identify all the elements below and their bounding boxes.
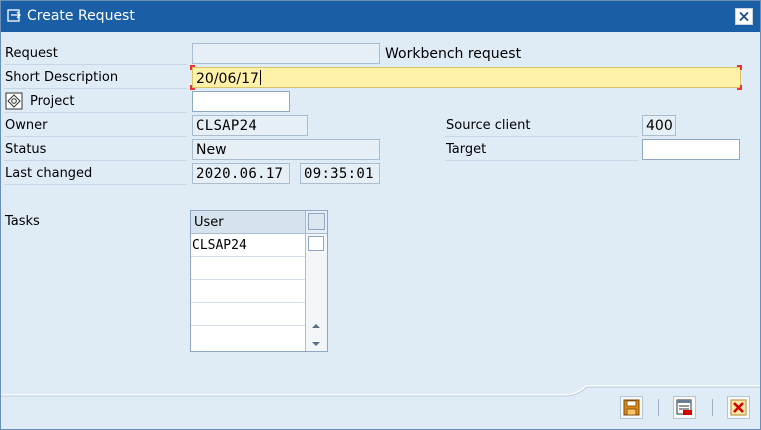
- table-row[interactable]: [191, 257, 305, 280]
- target-label: Target: [446, 142, 487, 157]
- text-cursor: [259, 70, 261, 85]
- target-input[interactable]: [642, 139, 740, 160]
- close-button[interactable]: [735, 8, 753, 25]
- row-divider: [445, 160, 638, 161]
- table-row[interactable]: [191, 326, 305, 349]
- row-divider: [4, 160, 187, 161]
- select-all-cell[interactable]: [305, 211, 327, 234]
- scroll-down-icon[interactable]: [311, 340, 321, 348]
- required-marker: [737, 85, 742, 90]
- footer-divider: [1, 385, 760, 397]
- source-client-label: Source client: [446, 118, 531, 133]
- scroll-up-icon[interactable]: [311, 322, 321, 330]
- title-bar: Create Request: [1, 1, 760, 32]
- save-icon: [623, 399, 640, 416]
- row-divider: [4, 136, 187, 137]
- cancel-button[interactable]: [727, 396, 750, 419]
- short-description-value: 20/06/17: [196, 71, 259, 87]
- owner-label: Owner: [5, 118, 48, 133]
- row-select-checkbox[interactable]: [308, 236, 324, 251]
- create-request-dialog: Create Request Request Workbench request…: [0, 0, 761, 430]
- tasks-label: Tasks: [5, 214, 40, 229]
- last-changed-date: 2020.06.17: [192, 163, 290, 184]
- row-divider: [4, 64, 187, 65]
- project-input[interactable]: [192, 91, 290, 112]
- source-client-field: 400: [642, 115, 676, 136]
- toolbar-separator: [658, 399, 659, 416]
- row-divider: [4, 112, 187, 113]
- vertical-scrollbar[interactable]: [305, 234, 327, 351]
- toolbar-separator: [712, 399, 713, 416]
- required-marker: [190, 65, 195, 70]
- request-type-text: Workbench request: [385, 46, 522, 62]
- required-marker: [737, 65, 742, 70]
- cancel-icon: [730, 399, 747, 416]
- new-request-icon: [676, 399, 692, 415]
- window-menu-icon[interactable]: [7, 9, 22, 23]
- user-column-header[interactable]: User: [191, 211, 305, 234]
- owner-field: CLSAP24: [192, 115, 308, 136]
- table-row[interactable]: [191, 280, 305, 303]
- short-description-label: Short Description: [5, 70, 119, 85]
- request-field: [192, 43, 380, 64]
- status-field: New: [192, 139, 380, 160]
- project-icon[interactable]: [5, 92, 23, 110]
- last-changed-label: Last changed: [5, 166, 93, 181]
- row-divider: [445, 136, 638, 137]
- status-label: Status: [5, 142, 47, 157]
- short-description-input[interactable]: 20/06/17: [192, 67, 741, 88]
- close-icon: [739, 12, 749, 21]
- row-divider: [4, 184, 187, 185]
- table-row[interactable]: [191, 303, 305, 326]
- table-row[interactable]: CLSAP24: [191, 234, 305, 257]
- save-button[interactable]: [620, 396, 643, 419]
- dialog-title: Create Request: [27, 8, 135, 24]
- required-marker: [190, 85, 195, 90]
- request-label: Request: [5, 46, 58, 61]
- project-label: Project: [30, 94, 75, 109]
- row-divider: [4, 88, 187, 89]
- select-all-checkbox[interactable]: [308, 213, 325, 230]
- last-changed-time: 09:35:01: [300, 163, 380, 184]
- new-request-button[interactable]: [673, 396, 696, 419]
- tasks-table: User CLSAP24: [190, 210, 328, 352]
